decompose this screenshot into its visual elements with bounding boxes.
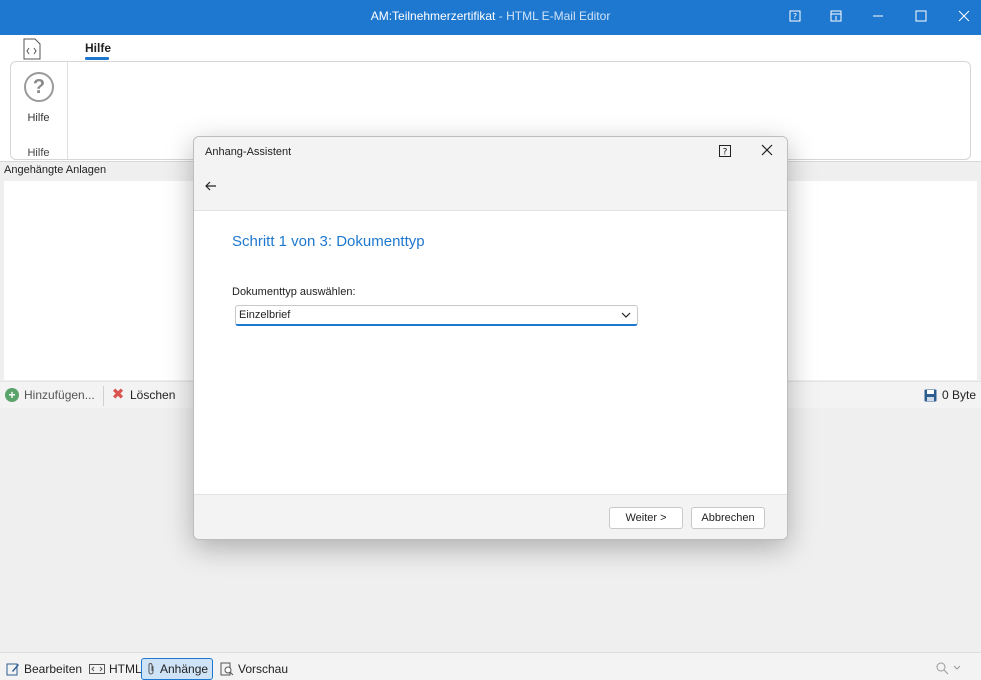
svg-text:?: ? xyxy=(723,148,728,158)
ribbon-tab-bar: Hilfe xyxy=(0,35,981,61)
back-arrow-icon[interactable] xyxy=(204,179,220,195)
cancel-button[interactable]: Abbrechen xyxy=(691,507,765,529)
attachment-wizard-dialog: Anhang-Assistent ? Schritt 1 von 3: Doku… xyxy=(193,136,788,540)
window-title-main: AM:Teilnehmerzertifikat xyxy=(370,9,496,23)
add-attachment-label: Hinzufügen... xyxy=(24,388,95,402)
minimize-icon[interactable] xyxy=(866,5,890,27)
tab-hilfe[interactable]: Hilfe xyxy=(85,41,111,55)
document-type-label: Dokumenttyp auswählen: xyxy=(232,286,356,298)
document-type-select[interactable]: Einzelbrief xyxy=(235,305,638,326)
help-button-label[interactable]: Hilfe xyxy=(11,112,66,124)
maximize-icon[interactable] xyxy=(909,5,933,27)
dialog-close-icon[interactable] xyxy=(760,143,776,159)
ribbon-group-hilfe: ? Hilfe Hilfe xyxy=(11,62,68,159)
attachments-size-value: 0 Byte xyxy=(941,388,976,402)
dialog-header: Anhang-Assistent ? xyxy=(194,137,787,211)
add-attachment-button[interactable]: + Hinzufügen... xyxy=(5,388,95,402)
title-bar: AM:Teilnehmerzertifikat - HTML E-Mail Ed… xyxy=(0,0,981,35)
help-circle-icon[interactable]: ? xyxy=(24,72,54,102)
toolbar-divider xyxy=(103,386,104,406)
close-icon[interactable] xyxy=(952,5,976,27)
delete-attachment-button[interactable]: ✖ Löschen xyxy=(111,386,176,403)
document-type-value: Einzelbrief xyxy=(239,309,291,321)
help-icon[interactable]: ? xyxy=(783,5,807,27)
pin-icon[interactable] xyxy=(824,5,848,27)
edit-mode-button[interactable]: Bearbeiten xyxy=(2,658,86,680)
delete-attachment-label: Löschen xyxy=(130,388,176,402)
zoom-control[interactable] xyxy=(935,661,961,675)
preview-icon xyxy=(220,662,234,676)
html-icon xyxy=(89,664,105,674)
status-bar: Bearbeiten HTML Anhänge Vorschau xyxy=(0,652,981,680)
html-file-icon[interactable] xyxy=(22,38,42,60)
paperclip-icon xyxy=(148,663,154,675)
active-tab-indicator xyxy=(85,57,109,60)
step-title: Schritt 1 von 3: Dokumenttyp xyxy=(232,233,425,250)
dialog-help-icon[interactable]: ? xyxy=(719,145,733,159)
zoom-icon xyxy=(936,662,949,675)
ribbon-group-label: Hilfe xyxy=(27,147,50,159)
chevron-down-icon xyxy=(621,312,631,318)
html-mode-button[interactable]: HTML xyxy=(85,658,146,680)
edit-icon xyxy=(6,663,19,676)
dialog-footer: Weiter > Abbrechen xyxy=(194,494,787,539)
window-title-sub: - HTML E-Mail Editor xyxy=(495,9,611,23)
edit-mode-label: Bearbeiten xyxy=(24,662,83,676)
preview-mode-button[interactable]: Vorschau xyxy=(216,658,292,680)
attachments-mode-button[interactable]: Anhänge xyxy=(141,658,214,680)
dialog-title: Anhang-Assistent xyxy=(205,146,292,158)
delete-icon: ✖ xyxy=(111,386,125,403)
next-button[interactable]: Weiter > xyxy=(609,507,683,529)
preview-mode-label: Vorschau xyxy=(238,662,289,676)
attachments-mode-label: Anhänge xyxy=(160,662,209,676)
save-icon xyxy=(924,389,937,401)
plus-icon: + xyxy=(5,388,19,402)
attachments-size: 0 Byte xyxy=(924,388,976,402)
attachments-header: Angehängte Anlagen xyxy=(4,164,107,176)
chevron-down-icon xyxy=(953,665,961,670)
svg-text:?: ? xyxy=(793,12,797,21)
html-mode-label: HTML xyxy=(109,662,142,676)
